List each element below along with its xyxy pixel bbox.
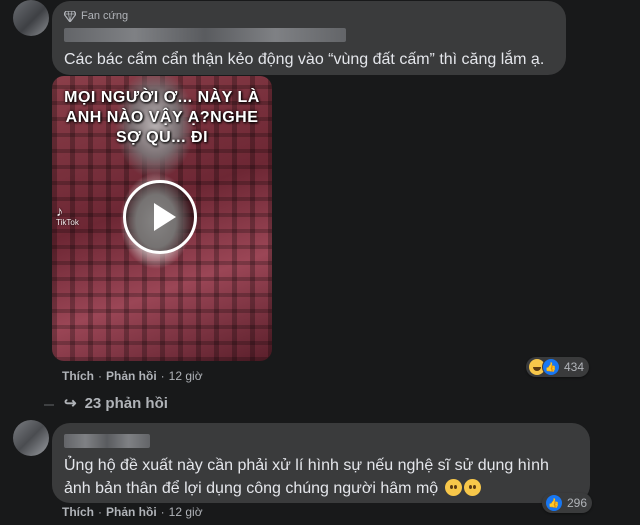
commenter-avatar[interactable] [13, 0, 49, 36]
view-replies-link[interactable]: ↪ 23 phản hồi [64, 394, 168, 413]
reply-button[interactable]: Phản hồi [106, 505, 157, 519]
comment-actions: Thích · Phản hồi · 12 giờ [62, 369, 203, 383]
reply-button[interactable]: Phản hồi [106, 369, 157, 383]
badge-label: Fan cứng [81, 10, 129, 22]
comment-actions: Thích · Phản hồi · 12 giờ [62, 505, 203, 519]
video-caption: MỌI NGƯỜI Ơ... NÀY LÀ ANH NÀO VẬY Ạ?NGHE… [64, 89, 260, 146]
like-button[interactable]: Thích [62, 369, 94, 383]
commenter-name-blurred[interactable] [64, 434, 150, 448]
comment-text-segment: ảnh bản thân để lợi dụng công chúng ngườ… [64, 480, 439, 497]
comment-text: Ủng hộ đề xuất này cần phải xử lí hình s… [64, 454, 549, 500]
comment-bubble: Fan cứng Các bác cẩm cẩn thận kẻo động v… [52, 1, 566, 75]
timestamp[interactable]: 12 giờ [169, 369, 203, 383]
separator: · [160, 505, 165, 519]
reaction-summary[interactable]: 296 [542, 493, 593, 513]
separator: · [160, 369, 165, 383]
separator: · [98, 505, 102, 519]
replies-label: 23 phản hồi [84, 394, 168, 412]
emoji-icon [444, 479, 462, 496]
tiktok-icon: ♪ TikTok [56, 203, 79, 227]
reaction-count: 296 [567, 496, 588, 510]
diamond-icon [64, 10, 76, 22]
like-reaction-icon [542, 358, 560, 376]
video-thumbnail[interactable]: MỌI NGƯỜI Ơ... NÀY LÀ ANH NÀO VẬY Ạ?NGHE… [52, 76, 272, 361]
like-button[interactable]: Thích [62, 505, 94, 519]
comment-text-line: Ủng hộ đề xuất này cần phải xử lí hình s… [64, 457, 549, 474]
timestamp[interactable]: 12 giờ [169, 505, 203, 519]
like-reaction-icon [545, 494, 563, 512]
commenter-avatar[interactable] [13, 420, 49, 456]
commenter-name-blurred[interactable] [64, 28, 346, 42]
fan-badge: Fan cứng [64, 10, 128, 22]
emoji-icon [463, 479, 481, 496]
comment-text-line: ảnh bản thân để lợi dụng công chúng ngườ… [64, 477, 549, 500]
reply-arrow-icon: ↪ [64, 395, 77, 412]
separator: · [98, 369, 102, 383]
comment-text: Các bác cẩm cẩn thận kẻo động vào “vùng … [64, 51, 545, 68]
comment-bubble: Ủng hộ đề xuất này cần phải xử lí hình s… [52, 423, 590, 503]
play-icon[interactable] [123, 180, 197, 254]
thread-line [44, 404, 54, 406]
reaction-summary[interactable]: 434 [526, 357, 590, 377]
reaction-count: 434 [564, 360, 585, 374]
tiktok-label: TikTok [56, 218, 79, 227]
